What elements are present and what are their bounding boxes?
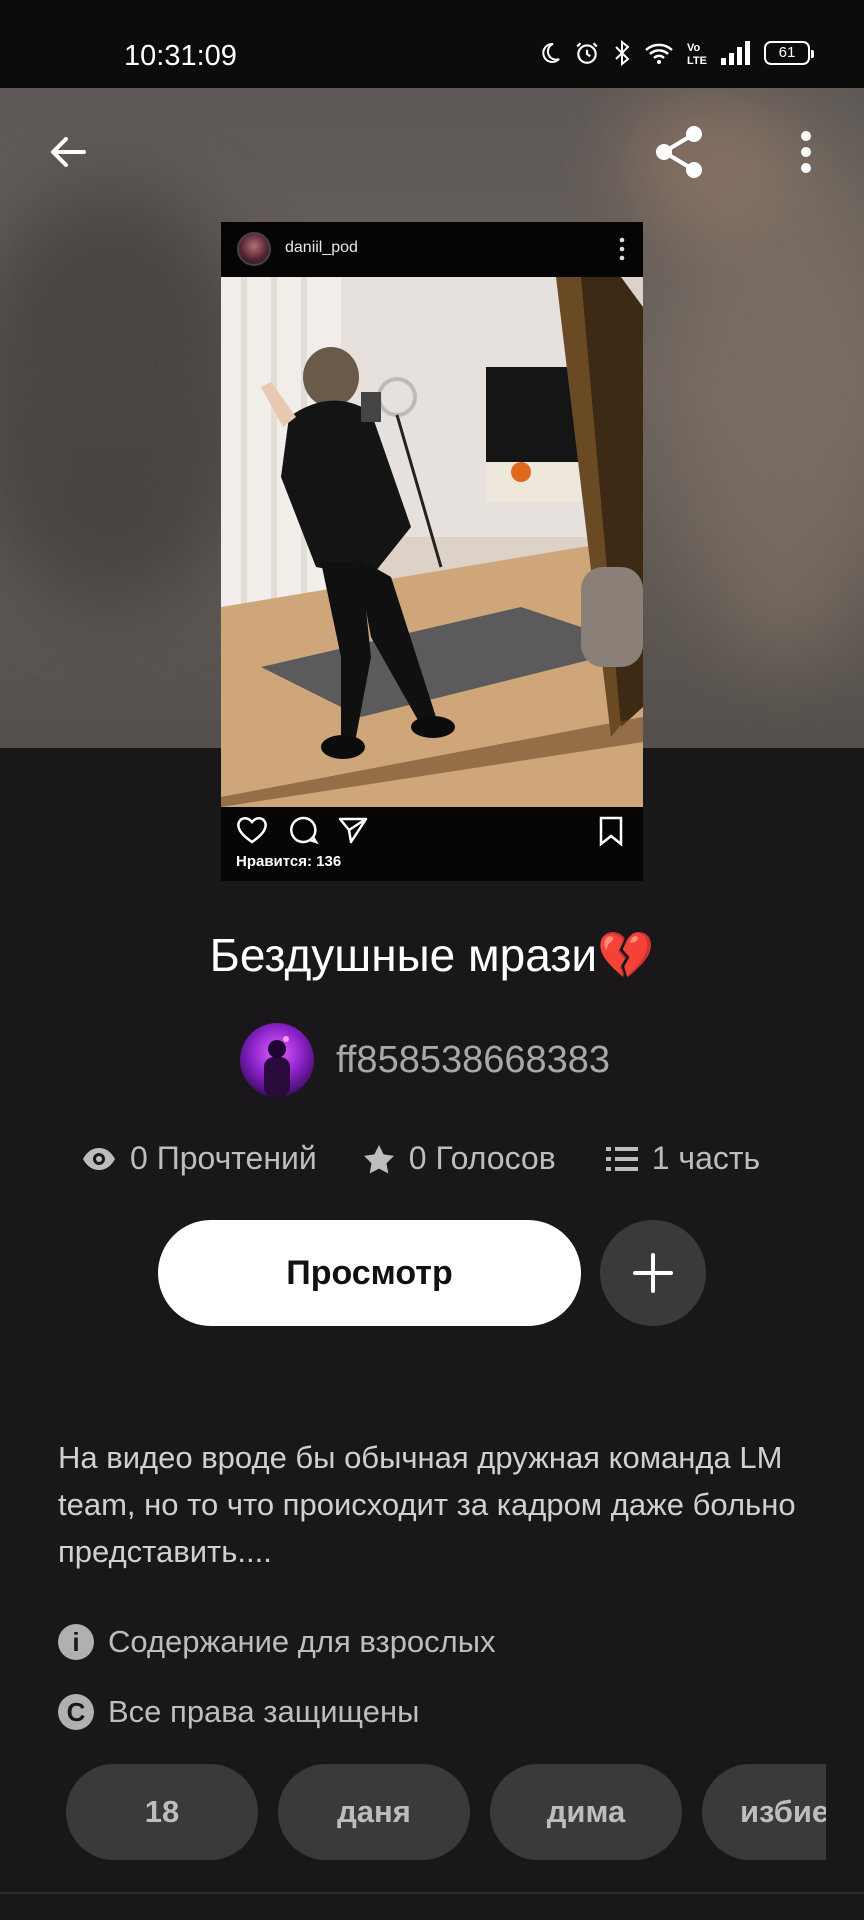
story-description: На видео вроде бы обычная дружная команд… [58, 1440, 796, 1569]
divider [0, 1892, 864, 1894]
cover-photo [221, 277, 643, 807]
volte-icon: VoLTE [687, 42, 707, 66]
more-vertical-icon [801, 131, 811, 173]
copyright-row: C Все права защищены [58, 1694, 419, 1730]
battery-indicator: 61 [764, 41, 814, 65]
author-row[interactable]: ff858538668383 [240, 1022, 610, 1098]
svg-text:Vo: Vo [687, 42, 701, 54]
add-to-library-button[interactable] [600, 1220, 706, 1326]
reads-stat: 0 Прочтений [82, 1140, 317, 1177]
status-icons: Vo LTE 61 [538, 40, 814, 66]
tag-chip[interactable]: избие [702, 1764, 826, 1860]
parts-stat: 1 часть [605, 1140, 761, 1177]
cover-likes-count: Нравится: 136 [236, 853, 342, 870]
parts-count: 1 часть [651, 1140, 761, 1176]
signal-icon [721, 41, 750, 65]
votes-count: 0 Голосов [408, 1140, 556, 1176]
cover-post-header: daniil_pod [221, 222, 643, 277]
tag-chip[interactable]: 18 [66, 1764, 258, 1860]
read-button[interactable]: Просмотр [158, 1220, 581, 1326]
copyright-label: Все права защищены [108, 1694, 420, 1729]
share-button[interactable] [648, 120, 712, 184]
eye-icon [83, 1147, 115, 1170]
back-arrow-icon [51, 137, 86, 167]
votes-stat: 0 Голосов [363, 1140, 556, 1177]
send-icon [338, 817, 368, 844]
bookmark-icon [599, 816, 623, 847]
alarm-icon [576, 42, 598, 64]
moon-icon [542, 42, 560, 63]
plus-icon [633, 1253, 673, 1293]
tag-chip[interactable]: даня [278, 1764, 470, 1860]
status-time: 10:31:09 [124, 40, 237, 72]
mature-content-label: Содержание для взрослых [108, 1624, 496, 1659]
author-avatar[interactable] [240, 1023, 314, 1097]
tag-chip[interactable]: дима [490, 1764, 682, 1860]
more-options-button[interactable] [774, 120, 838, 184]
reads-count: 0 Прочтений [130, 1140, 317, 1176]
share-icon [656, 126, 702, 178]
cover-username: daniil_pod [285, 239, 358, 256]
list-icon [605, 1146, 638, 1171]
story-cover[interactable]: daniil_pod Нравится: 136 [221, 222, 643, 881]
story-stats: 0 Прочтений 0 Голосов 1 часть [82, 1140, 760, 1177]
back-button[interactable] [36, 120, 100, 184]
heart-icon [237, 817, 267, 844]
bluetooth-icon [615, 40, 630, 66]
cover-post-footer: Нравится: 136 [221, 807, 643, 881]
star-icon [363, 1144, 394, 1173]
tag-list: 18 даня дима избие [66, 1764, 826, 1860]
cover-more-icon [619, 237, 625, 261]
svg-text:LTE: LTE [687, 55, 707, 66]
mature-content-row: i Содержание для взрослых [58, 1624, 496, 1660]
copyright-icon: C [58, 1694, 94, 1730]
comment-icon [290, 816, 319, 845]
story-title: Бездушные мрази💔 [209, 929, 655, 981]
cover-user-avatar [237, 232, 271, 266]
author-username[interactable]: ff858538668383 [336, 1039, 610, 1082]
info-icon: i [58, 1624, 94, 1660]
status-bar: 10:31:09 Vo LTE 61 [0, 0, 864, 88]
wifi-icon [645, 43, 673, 64]
